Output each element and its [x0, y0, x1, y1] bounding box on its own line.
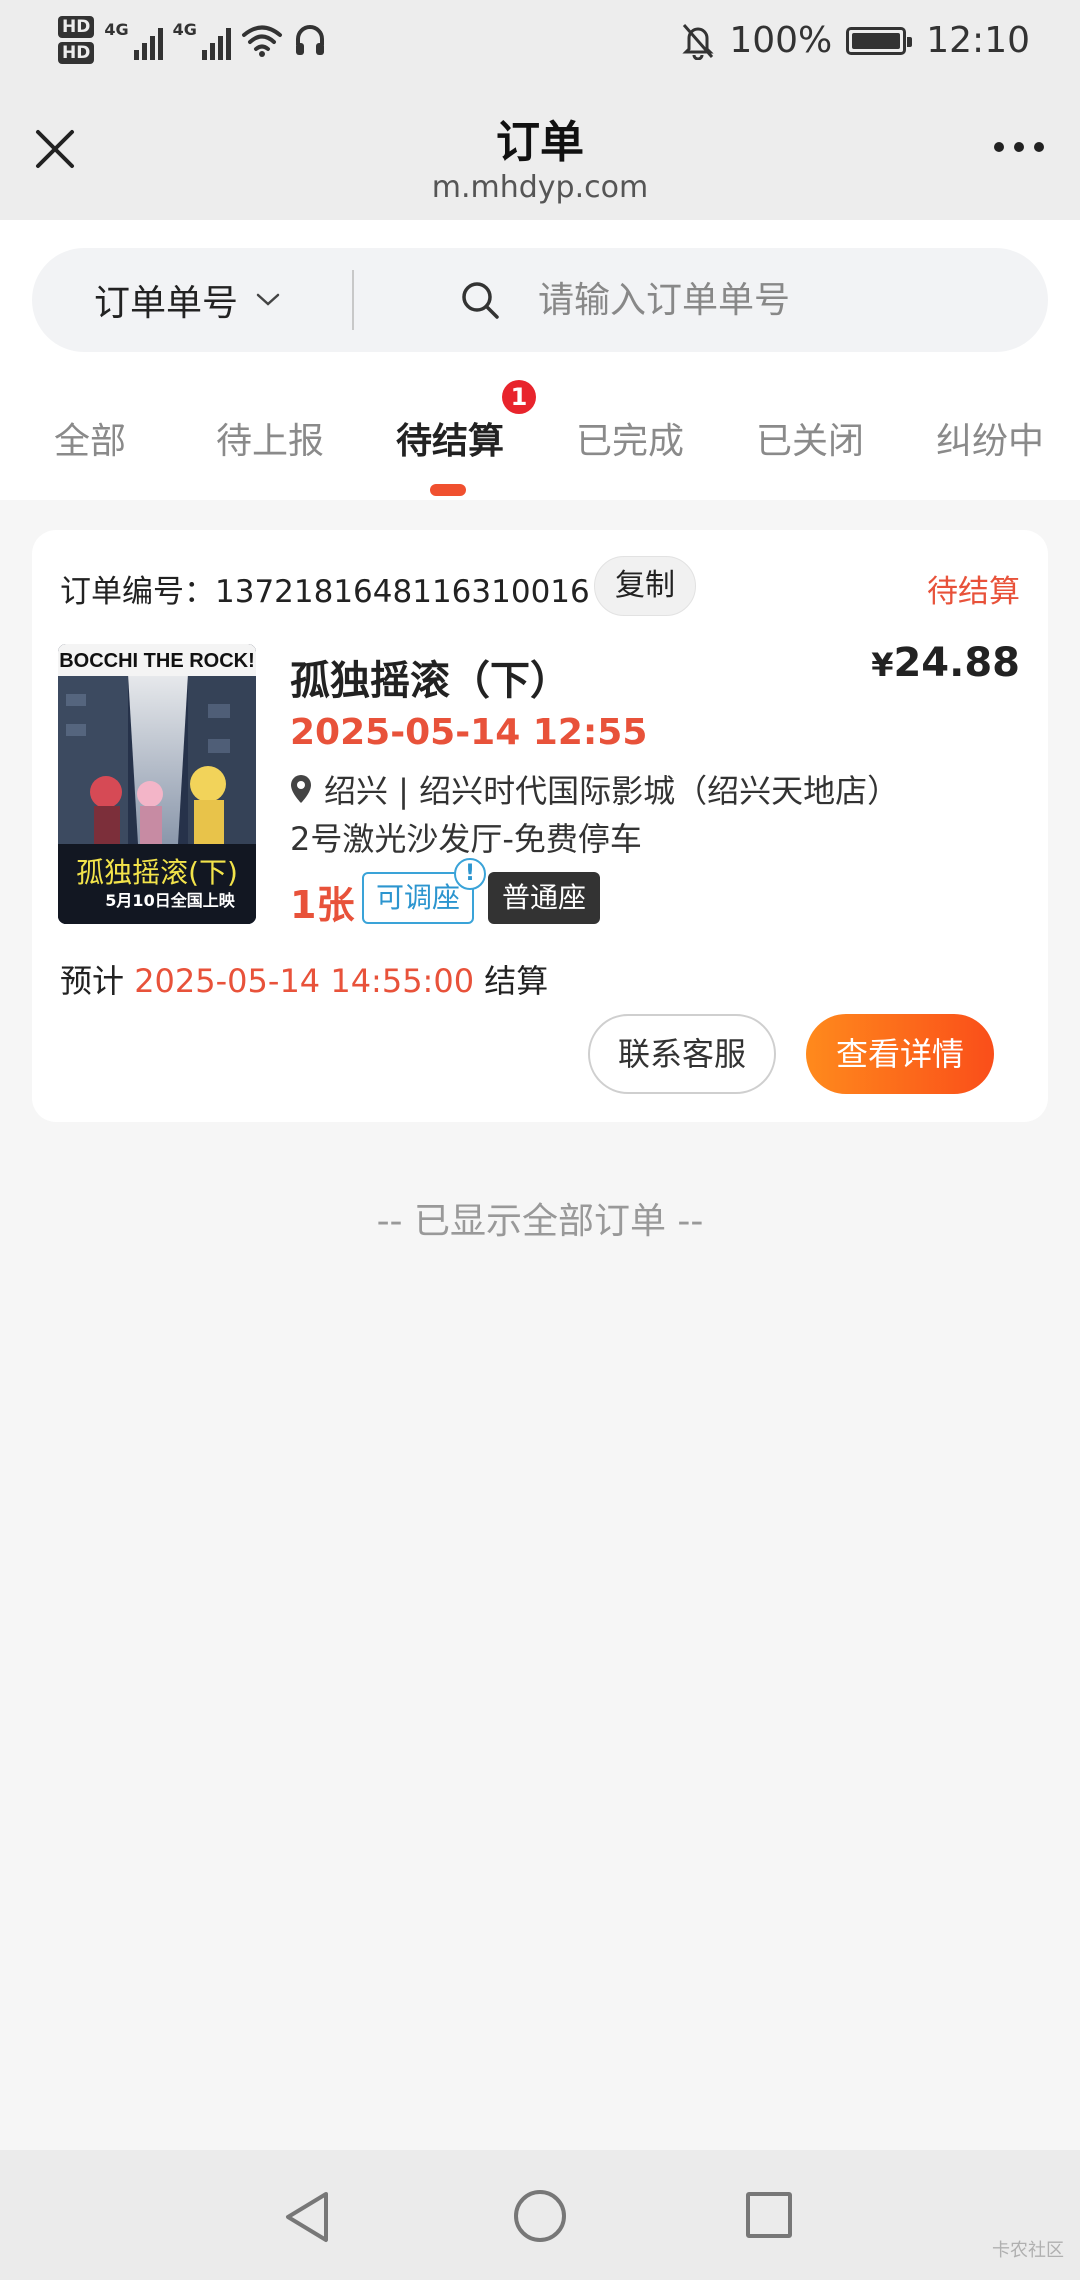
cinema-info: 绍兴 | 绍兴时代国际影城（绍兴天地店） [290, 766, 899, 812]
search-bar: 订单单号 [32, 248, 1048, 352]
settle-time: 2025-05-14 14:55:00 [134, 962, 475, 1000]
settle-suffix: 结算 [484, 962, 549, 1000]
status-bar: HD HD 4G 4G 100% 12:10 [0, 0, 1080, 92]
tab-pending-settlement[interactable]: 待结算 [370, 360, 530, 500]
view-details-button[interactable]: 查看详情 [806, 1014, 994, 1094]
hd-indicators: HD HD [58, 16, 95, 64]
poster-release-date: 5月10日全国上映 [105, 891, 235, 910]
more-dots-icon [994, 142, 1004, 152]
search-type-dropdown[interactable]: 订单单号 [94, 248, 280, 352]
chevron-down-icon [256, 293, 280, 306]
order-status: 待结算 [927, 574, 1020, 610]
battery-icon [846, 26, 913, 55]
signal-icon-1: 4G [104, 20, 163, 60]
order-card: 订单编号：1372181648116310016 复制 待结算 BOCCHI T… [32, 530, 1048, 1122]
info-icon[interactable]: ! [454, 858, 486, 890]
currency-symbol: ¥ [871, 646, 894, 684]
order-tabs: 全部 待上报 待结算 已完成 已关闭 纠纷中 [0, 360, 1080, 500]
home-circle-icon[interactable] [514, 2190, 566, 2242]
more-dot [1034, 142, 1044, 152]
settle-prefix: 预计 [60, 962, 125, 1000]
poster-image: BOCCHI THE ROCK! 孤独摇滚(下) 5月10日全国上映 [58, 644, 256, 924]
system-nav-bar: 卡农社区 [0, 2150, 1080, 2280]
search-type-label: 订单单号 [94, 283, 239, 324]
clock: 12:10 [926, 20, 1030, 61]
settlement-info: 预计 2025-05-14 14:55:00 结算 [60, 956, 548, 1002]
battery-percent: 100% [729, 20, 833, 61]
location-pin-icon [291, 775, 311, 803]
status-right: 100% 12:10 [681, 20, 1030, 61]
watermark-text: 卡农社区 [992, 2240, 1064, 2261]
mute-bell-icon [682, 23, 714, 60]
order-price: ¥24.88 [871, 640, 1020, 686]
hd-badge-1: HD [58, 16, 95, 38]
network-type-2: 4G [172, 20, 197, 39]
more-dot [1014, 142, 1024, 152]
price-value: 24.88 [893, 640, 1020, 686]
signal-icon-2: 4G [173, 20, 231, 60]
contact-support-button[interactable]: 联系客服 [588, 1014, 776, 1094]
order-number: 订单编号：1372181648116310016 [60, 574, 590, 610]
poster-title-cn: 孤独摇滚(下) [76, 856, 238, 889]
page-title: 订单 [496, 117, 584, 168]
order-number-search-input[interactable] [538, 270, 1018, 330]
search-divider [352, 270, 354, 330]
network-type-1: 4G [104, 20, 129, 39]
tab-closed[interactable]: 已关闭 [730, 360, 890, 500]
hall-name: 2号激光沙发厅-免费停车 [290, 820, 642, 858]
headphones-icon [295, 25, 324, 55]
page-url: m.mhdyp.com [431, 170, 649, 205]
active-tab-indicator [430, 484, 466, 496]
seat-type-tag: 普通座 [488, 872, 600, 924]
search-section: 订单单号 全部 待上报 待结算 已完成 已关闭 纠纷中 [0, 220, 1080, 500]
back-triangle-icon[interactable] [282, 2190, 332, 2244]
movie-title: 孤独摇滚（下） [290, 658, 570, 704]
list-end-note: -- 已显示全部订单 -- [376, 1201, 704, 1242]
tab-pending-report[interactable]: 待上报 [190, 360, 350, 500]
status-left: HD HD 4G 4G [58, 16, 327, 64]
showtime: 2025-05-14 12:55 [290, 712, 648, 753]
tab-completed[interactable]: 已完成 [550, 360, 710, 500]
search-icon [462, 282, 499, 319]
hd-badge-2: HD [58, 42, 95, 64]
title-bar: 订单 m.mhdyp.com [0, 92, 1080, 220]
ticket-count: 1张 [290, 883, 355, 927]
poster-title-en: BOCCHI THE ROCK! [59, 650, 255, 672]
movie-poster[interactable]: BOCCHI THE ROCK! 孤独摇滚(下) 5月10日全国上映 [58, 644, 256, 924]
tab-badge-count: 1 [502, 380, 536, 414]
tab-all[interactable]: 全部 [10, 360, 170, 500]
cinema-name: 绍兴 | 绍兴时代国际影城（绍兴天地店） [324, 772, 900, 810]
more-button[interactable] [994, 132, 1044, 162]
tab-disputed[interactable]: 纠纷中 [910, 360, 1070, 500]
copy-button[interactable]: 复制 [594, 556, 696, 616]
wifi-icon [241, 25, 282, 57]
recent-apps-icon[interactable] [746, 2192, 792, 2238]
